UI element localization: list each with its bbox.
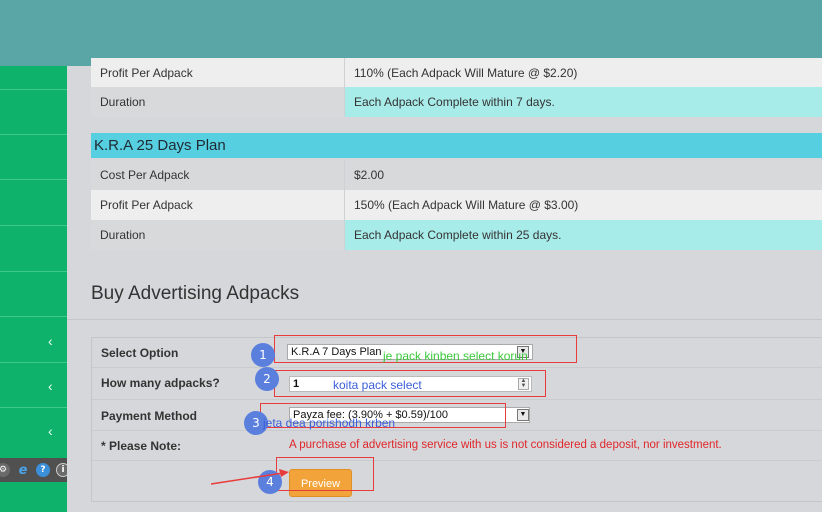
form-divider bbox=[92, 399, 822, 400]
table-row: Duration Each Adpack Complete within 25 … bbox=[91, 220, 822, 250]
form-divider bbox=[92, 460, 822, 461]
sidebar-divider bbox=[0, 89, 67, 90]
chevron-down-icon[interactable]: ▼ bbox=[517, 409, 529, 421]
row-label: Profit Per Adpack bbox=[91, 190, 344, 220]
row-label: Duration bbox=[91, 87, 344, 117]
section-title: Buy Advertising Adpacks bbox=[91, 283, 300, 304]
step-marker: 2 bbox=[255, 367, 279, 391]
sidebar: ‹ ‹ ‹ bbox=[0, 66, 67, 512]
row-label: Cost Per Adpack bbox=[91, 160, 344, 190]
qty-label: How many adpacks? bbox=[101, 376, 220, 390]
table-row: Duration Each Adpack Complete within 7 d… bbox=[91, 87, 822, 117]
sidebar-divider bbox=[0, 134, 67, 135]
table-row: Profit Per Adpack 150% (Each Adpack Will… bbox=[91, 190, 822, 220]
ie-icon[interactable]: e bbox=[16, 463, 30, 478]
main-content: Profit Per Adpack 110% (Each Adpack Will… bbox=[67, 58, 822, 512]
plan-header: K.R.A 25 Days Plan bbox=[91, 133, 822, 158]
row-value: $2.00 bbox=[344, 160, 822, 190]
chevron-left-icon[interactable]: ‹ bbox=[48, 379, 60, 393]
step-marker: 1 bbox=[251, 343, 275, 367]
sidebar-divider bbox=[0, 271, 67, 272]
top-header-bar bbox=[0, 0, 822, 66]
row-value: Each Adpack Complete within 7 days. bbox=[344, 87, 822, 117]
row-value: 150% (Each Adpack Will Mature @ $3.00) bbox=[344, 190, 822, 220]
table-row: Cost Per Adpack $2.00 bbox=[91, 160, 822, 190]
row-value: 110% (Each Adpack Will Mature @ $2.20) bbox=[344, 58, 822, 88]
row-label: Duration bbox=[91, 220, 344, 250]
sidebar-divider bbox=[0, 362, 67, 363]
sidebar-divider bbox=[0, 407, 67, 408]
annotation-note: je pack kinben select korun bbox=[383, 349, 528, 363]
annotation-note: koita pack select bbox=[333, 378, 422, 392]
note-label: * Please Note: bbox=[101, 439, 182, 453]
form-divider bbox=[92, 430, 822, 431]
divider bbox=[67, 319, 822, 320]
sidebar-divider bbox=[0, 179, 67, 180]
chevron-left-icon[interactable]: ‹ bbox=[48, 424, 60, 438]
select-option-label: Select Option bbox=[101, 346, 179, 360]
row-label: Profit Per Adpack bbox=[91, 58, 344, 88]
table-row: Profit Per Adpack 110% (Each Adpack Will… bbox=[91, 58, 822, 88]
sidebar-divider bbox=[0, 225, 67, 226]
payment-method-label: Payment Method bbox=[101, 409, 198, 423]
form-divider bbox=[92, 367, 822, 368]
note-text: A purchase of advertising service with u… bbox=[289, 439, 722, 451]
settings-icon[interactable]: ⚙ bbox=[0, 463, 10, 477]
help-icon[interactable]: ? bbox=[36, 463, 50, 477]
annotation-arrow bbox=[210, 469, 289, 485]
sidebar-divider bbox=[0, 316, 67, 317]
annotation-note: jeta dea porishodh krben bbox=[263, 416, 396, 430]
row-value: Each Adpack Complete within 25 days. bbox=[344, 220, 822, 250]
chevron-left-icon[interactable]: ‹ bbox=[48, 334, 60, 348]
